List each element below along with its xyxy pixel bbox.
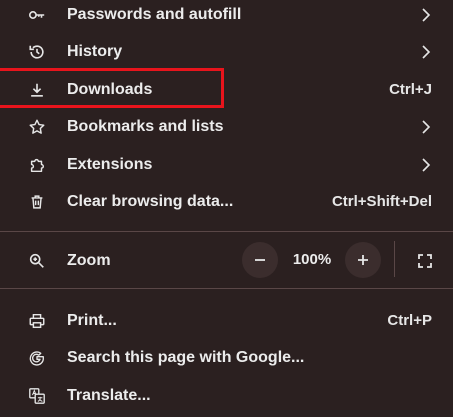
menu-item-passwords[interactable]: Passwords and autofill: [0, 0, 453, 33]
chevron-right-icon: [421, 7, 431, 23]
zoom-in-button[interactable]: [345, 242, 381, 278]
divider: [0, 288, 453, 289]
menu-item-bookmarks[interactable]: Bookmarks and lists: [0, 108, 453, 145]
google-icon: [27, 348, 47, 368]
menu-item-history[interactable]: History: [0, 33, 453, 70]
chevron-right-icon: [421, 119, 431, 135]
menu-item-extensions[interactable]: Extensions: [0, 146, 453, 183]
menu-item-label: Search this page with Google...: [67, 348, 305, 366]
zoom-value: 100%: [292, 251, 332, 268]
shortcut-label: Ctrl+J: [389, 81, 432, 98]
menu-item-zoom: Zoom: [0, 242, 453, 279]
download-icon: [27, 80, 47, 100]
trash-icon: [27, 192, 47, 212]
menu-item-downloads[interactable]: Downloads Ctrl+J: [0, 71, 453, 108]
zoom-out-button[interactable]: [242, 242, 278, 278]
fullscreen-button[interactable]: [412, 249, 438, 273]
browser-menu: Passwords and autofill History Downloads…: [0, 0, 453, 417]
zoom-label: Zoom: [67, 251, 111, 269]
menu-item-label: Extensions: [67, 155, 153, 173]
menu-item-clear-browsing-data[interactable]: Clear browsing data... Ctrl+Shift+Del: [0, 183, 453, 220]
menu-item-label: Passwords and autofill: [67, 5, 242, 23]
print-icon: [27, 311, 47, 331]
menu-item-label: Clear browsing data...: [67, 192, 234, 210]
shortcut-label: Ctrl+P: [387, 312, 432, 329]
chevron-right-icon: [421, 157, 431, 173]
menu-item-print[interactable]: Print... Ctrl+P: [0, 302, 453, 339]
menu-item-label: Translate...: [67, 386, 151, 404]
key-icon: [27, 5, 47, 25]
zoom-separator: [394, 241, 395, 277]
menu-item-translate[interactable]: Translate...: [0, 377, 453, 414]
history-icon: [27, 42, 47, 62]
menu-item-label: History: [67, 42, 123, 60]
menu-item-label: Downloads: [67, 80, 153, 98]
chevron-right-icon: [421, 44, 431, 60]
plus-icon: [358, 255, 368, 265]
fullscreen-icon: [418, 254, 432, 268]
zoom-icon: [27, 251, 47, 271]
star-icon: [27, 117, 47, 137]
menu-item-search-google[interactable]: Search this page with Google...: [0, 339, 453, 376]
minus-icon: [255, 259, 265, 261]
puzzle-icon: [27, 155, 47, 175]
translate-icon: [27, 386, 47, 406]
menu-item-label: Print...: [67, 311, 117, 329]
menu-item-label: Bookmarks and lists: [67, 117, 224, 135]
shortcut-label: Ctrl+Shift+Del: [331, 193, 432, 210]
divider: [0, 231, 453, 232]
